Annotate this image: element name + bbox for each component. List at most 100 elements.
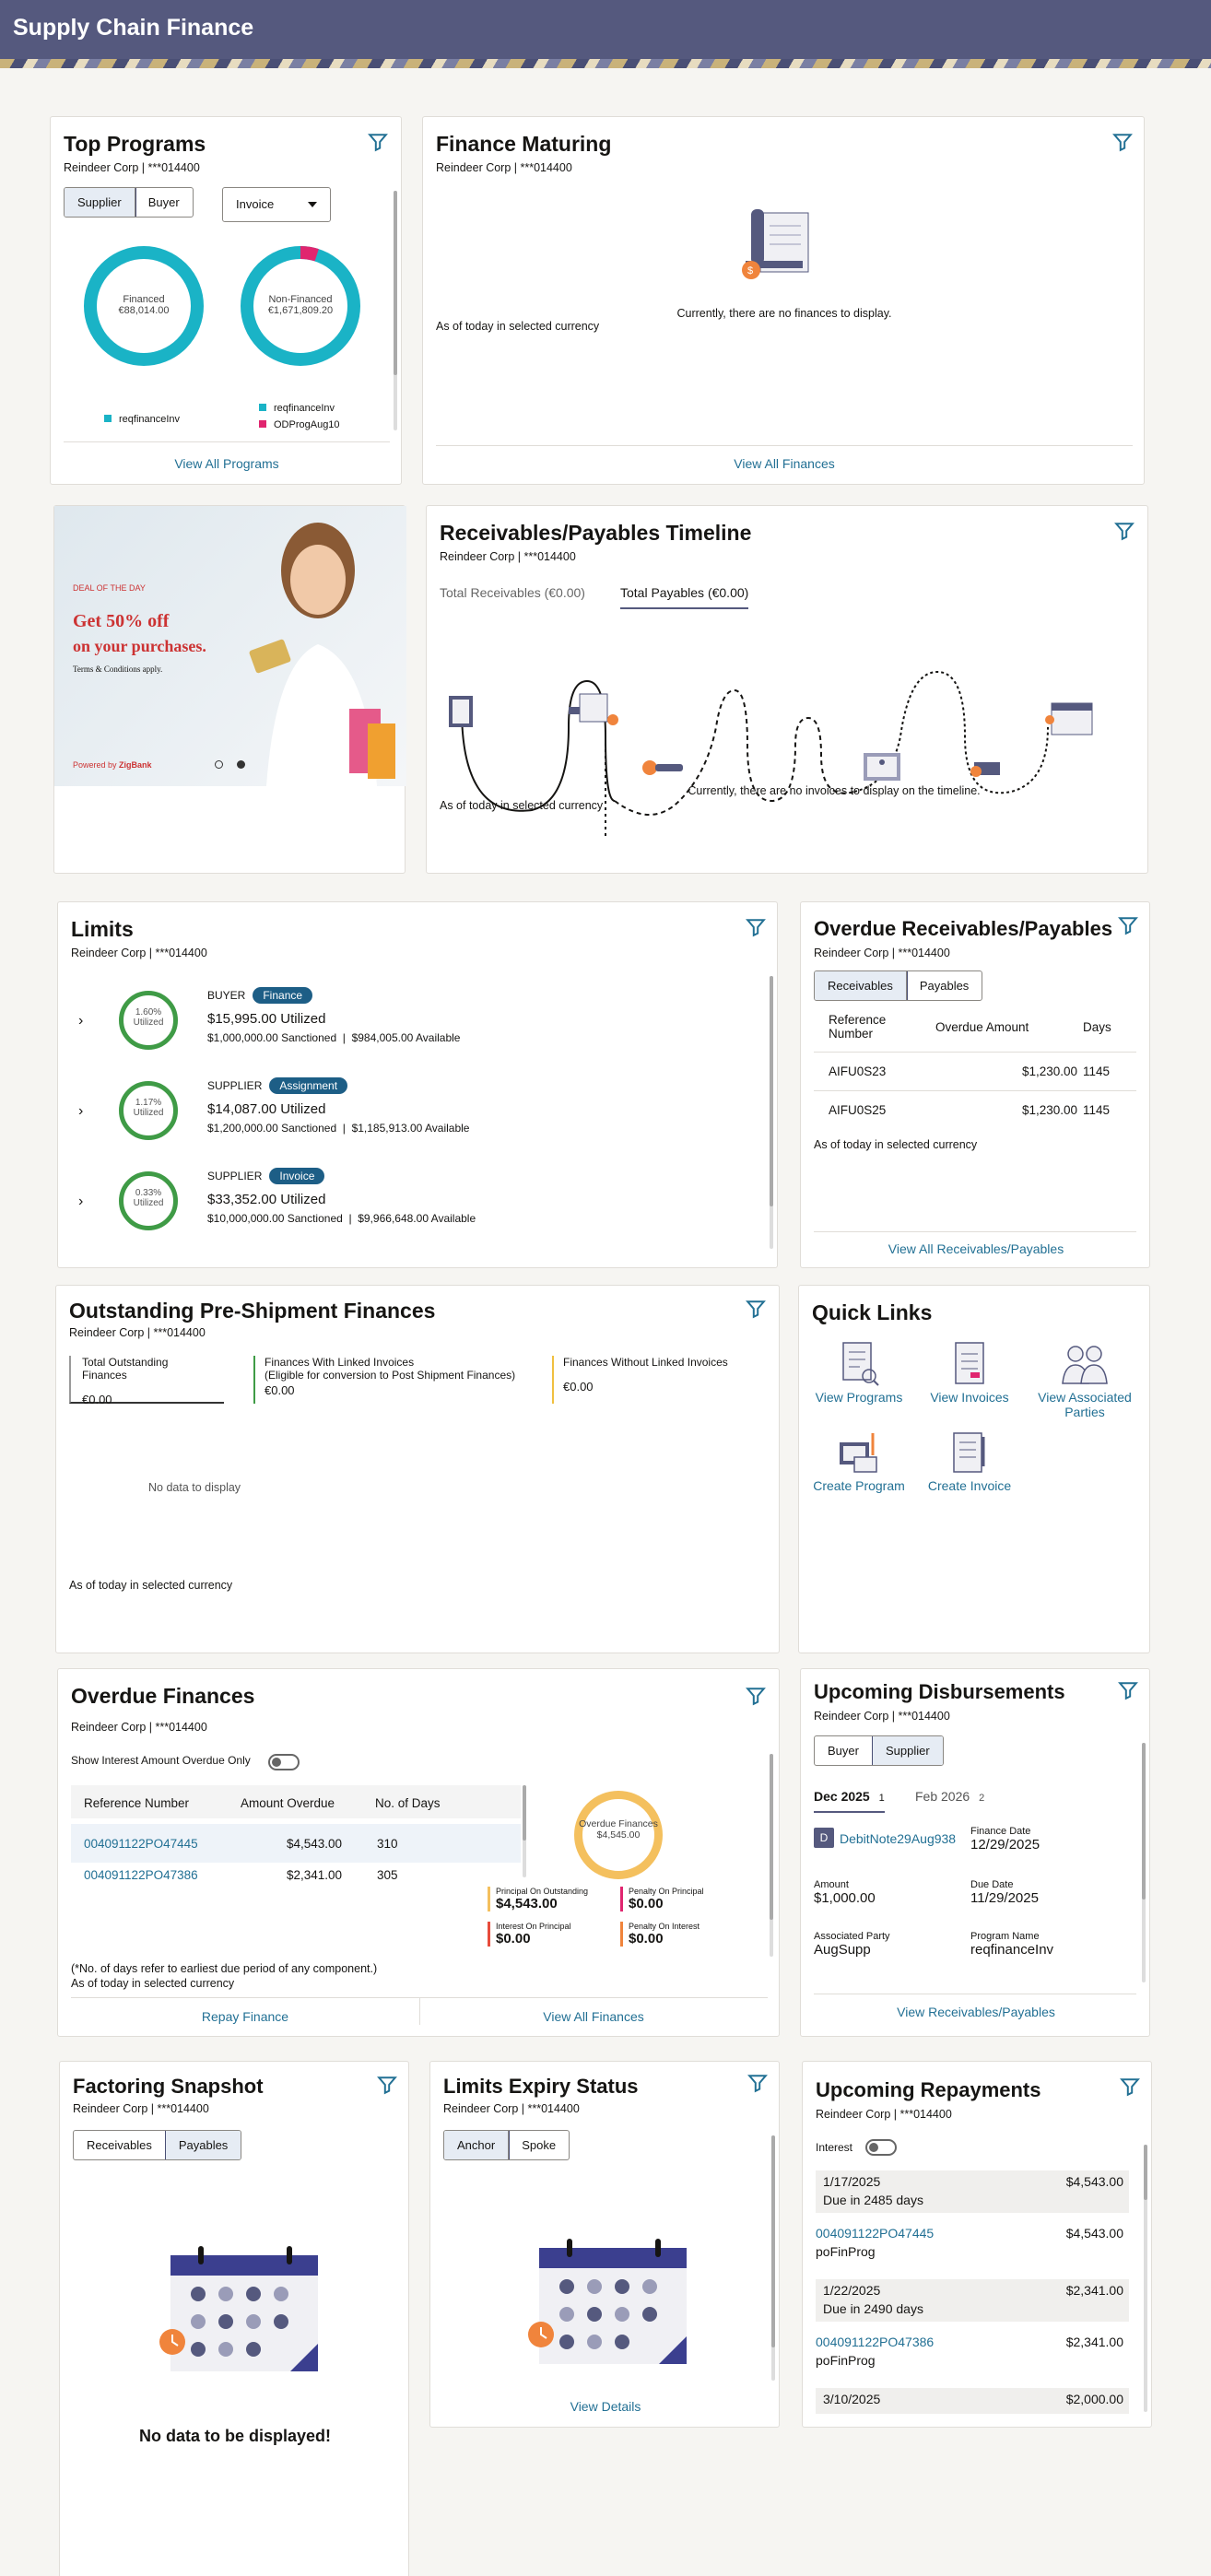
- repayment-ref-link[interactable]: 004091122PO47386: [816, 2335, 934, 2349]
- scrollbar[interactable]: [770, 1754, 773, 1957]
- quick-link-create-program[interactable]: Create Program: [808, 1429, 910, 1493]
- associated-party-field: Associated Party AugSupp: [814, 1931, 890, 1958]
- utilization-pct: 1.60% Utilized: [133, 1007, 164, 1028]
- filter-icon[interactable]: [377, 2075, 397, 2095]
- scrollbar[interactable]: [771, 2135, 775, 2381]
- overdue-receivables-card: Overdue Receivables/Payables Reindeer Co…: [800, 901, 1150, 1268]
- app-header: Supply Chain Finance: [0, 0, 1211, 59]
- scrollbar[interactable]: [1142, 1743, 1146, 1982]
- scrollbar[interactable]: [1144, 2145, 1147, 2412]
- tab-supplier[interactable]: Supplier: [871, 1736, 943, 1765]
- repayment-amount: $2,341.00: [1065, 2335, 1123, 2349]
- due-date-field: Due Date 11/29/2025: [970, 1879, 1039, 1906]
- quick-link-view-associated-parties[interactable]: View Associated Parties: [1029, 1341, 1140, 1419]
- repayment-total: $4,543.00: [1065, 2174, 1123, 2189]
- filter-icon[interactable]: [746, 1686, 766, 1706]
- filter-icon[interactable]: [746, 1299, 766, 1319]
- org-label: Reindeer Corp | ***014400: [816, 2108, 952, 2121]
- scrollbar[interactable]: [394, 191, 397, 430]
- amount-field: Amount $1,000.00: [814, 1879, 876, 1906]
- tab-supplier[interactable]: Supplier: [64, 188, 136, 217]
- tab-anchor[interactable]: Anchor: [444, 2131, 511, 2159]
- overdue-finance-ref-link[interactable]: 004091122PO47386: [84, 1868, 198, 1882]
- limit-type-badge: Finance: [253, 987, 313, 1004]
- filter-icon[interactable]: [1118, 1680, 1138, 1700]
- associated-parties-icon: [1062, 1346, 1108, 1384]
- filter-icon[interactable]: [1118, 915, 1138, 935]
- tab-spoke[interactable]: Spoke: [509, 2131, 569, 2159]
- factoring-snapshot-card: Factoring Snapshot Reindeer Corp | ***01…: [59, 2061, 409, 2576]
- product-select[interactable]: Invoice: [222, 187, 331, 222]
- utilization-pct: 1.17% Utilized: [133, 1098, 164, 1118]
- filter-icon[interactable]: [746, 917, 766, 937]
- tab-total-receivables[interactable]: Total Receivables (€0.00): [440, 585, 585, 600]
- legend-penalty-principal: Penalty On Principal $0.00: [620, 1887, 704, 1911]
- filter-icon[interactable]: [1120, 2076, 1140, 2097]
- quick-link-create-invoice[interactable]: Create Invoice: [919, 1429, 1020, 1493]
- quick-link-view-invoices[interactable]: View Invoices: [919, 1341, 1020, 1405]
- promo-card: DEAL OF THE DAY Get 50% off on your purc…: [53, 505, 406, 874]
- tab-payables[interactable]: Payables: [907, 971, 982, 1000]
- linked-invoices-tile[interactable]: Finances With Linked Invoices (Eligible …: [253, 1356, 548, 1404]
- interest-only-toggle[interactable]: [268, 1754, 300, 1770]
- quick-links-card: Quick Links View Programs View Invoices …: [798, 1285, 1150, 1653]
- interest-toggle[interactable]: [865, 2139, 897, 2156]
- utilization-pct: 0.33% Utilized: [133, 1188, 164, 1208]
- view-all-finances-link[interactable]: View All Finances: [419, 2009, 768, 2024]
- carousel-dot-active[interactable]: [237, 760, 245, 769]
- limit-role: BUYER Finance: [207, 987, 313, 1004]
- view-receivables-link[interactable]: View Receivables/Payables: [801, 2005, 1151, 2019]
- table-cell: $1,230.00: [1021, 1065, 1077, 1078]
- program-role-toggle: Supplier Buyer: [64, 187, 194, 218]
- view-all-programs-link[interactable]: View All Programs: [51, 456, 403, 471]
- column-header: Overdue Amount: [935, 1020, 1029, 1034]
- overdue-finance-ref-link[interactable]: 004091122PO47445: [84, 1837, 198, 1851]
- calendar-illustration-icon: [528, 2239, 687, 2364]
- legend-principal: Principal On Outstanding $4,543.00: [488, 1887, 588, 1911]
- month-tab[interactable]: Feb 2026 2: [915, 1789, 984, 1804]
- repayment-ref-link[interactable]: 004091122PO47445: [816, 2226, 934, 2241]
- chevron-right-icon[interactable]: ›: [78, 1013, 83, 1029]
- limit-utilized: $14,087.00 Utilized: [207, 1101, 326, 1117]
- promo-banner-image[interactable]: DEAL OF THE DAY Get 50% off on your purc…: [54, 506, 406, 786]
- card-title: Factoring Snapshot: [73, 2075, 264, 2098]
- empty-message: No data to be displayed!: [138, 2427, 332, 2445]
- month-tab-active[interactable]: Dec 2025 1: [814, 1789, 885, 1813]
- limit-row[interactable]: › 1.60% Utilized BUYER Finance $15,995.00 …: [78, 987, 742, 1070]
- quick-link-view-programs[interactable]: View Programs: [808, 1341, 910, 1405]
- filter-icon[interactable]: [747, 2073, 768, 2093]
- repayment-program: poFinProg: [816, 2244, 876, 2259]
- filter-icon[interactable]: [1112, 132, 1133, 152]
- tab-receivables[interactable]: Receivables: [815, 971, 908, 1000]
- limit-row[interactable]: › 1.17% Utilized SUPPLIER Assignment $14,0…: [78, 1077, 742, 1160]
- tab-payables[interactable]: Payables: [164, 2131, 241, 2159]
- view-details-link[interactable]: View Details: [430, 2399, 781, 2414]
- limit-row[interactable]: › 0.33% Utilized SUPPLIER Invoice $33,352.…: [78, 1168, 742, 1251]
- woman-shopping-illustration: [249, 523, 395, 786]
- unlinked-invoices-tile[interactable]: Finances Without Linked Invoices €0.00: [552, 1356, 764, 1404]
- org-label: Reindeer Corp | ***014400: [436, 161, 572, 174]
- tab-total-payables[interactable]: Total Payables (€0.00): [620, 585, 749, 609]
- view-all-receivables-link[interactable]: View All Receivables/Payables: [801, 1241, 1151, 1256]
- disbursement-role-toggle: Buyer Supplier: [814, 1735, 944, 1766]
- debit-note-badge: D: [814, 1828, 834, 1848]
- repay-finance-link[interactable]: Repay Finance: [71, 2009, 419, 2024]
- filter-icon[interactable]: [1114, 521, 1135, 541]
- total-outstanding-tile[interactable]: Total Outstanding Finances €0.00: [69, 1356, 224, 1406]
- filter-icon[interactable]: [368, 132, 388, 152]
- tab-buyer[interactable]: Buyer: [815, 1736, 873, 1765]
- chevron-down-icon: [308, 202, 317, 207]
- tab-buyer[interactable]: Buyer: [135, 188, 193, 217]
- card-title: Outstanding Pre-Shipment Finances: [69, 1299, 436, 1323]
- chevron-right-icon[interactable]: ›: [78, 1103, 83, 1120]
- carousel-dot[interactable]: [215, 760, 223, 769]
- scrollbar[interactable]: [770, 976, 773, 1249]
- chevron-right-icon[interactable]: ›: [78, 1194, 83, 1210]
- tab-receivables[interactable]: Receivables: [74, 2131, 166, 2159]
- table-cell: AIFU0S23: [829, 1065, 887, 1078]
- view-all-finances-link[interactable]: View All Finances: [423, 456, 1146, 471]
- table-row[interactable]: 004091122PO47386 $2,341.00 305: [71, 1868, 521, 1883]
- table-cell: $4,543.00: [286, 1837, 342, 1851]
- disbursement-ref-link[interactable]: DebitNote29Aug938: [840, 1831, 956, 1846]
- scrollbar[interactable]: [523, 1785, 526, 1877]
